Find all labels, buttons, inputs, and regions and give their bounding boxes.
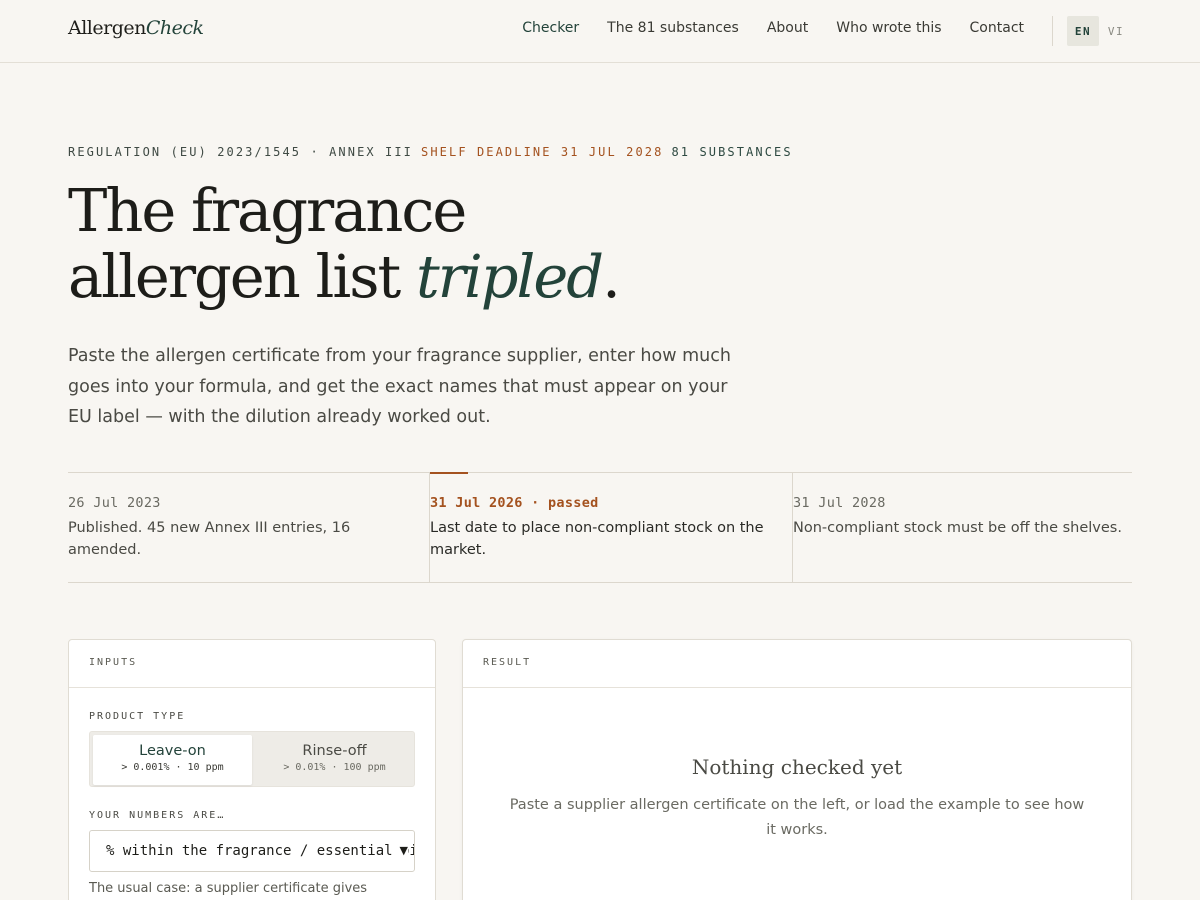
product-type-rinse-off-option[interactable]: Rinse-off > 0.01% · 100 ppm	[255, 735, 414, 785]
brand-logo[interactable]: AllergenCheck	[68, 17, 204, 39]
nav-link-checker[interactable]: Checker	[522, 20, 579, 36]
page-title-line-1: The fragrance	[68, 176, 467, 245]
option-title: Rinse-off	[302, 743, 367, 759]
page-title: The fragrance allergen list tripled.	[68, 176, 621, 311]
product-type-toggle: Leave-on > 0.001% · 10 ppm Rinse-off > 0…	[89, 731, 415, 787]
option-threshold: > 0.01% · 100 ppm	[283, 762, 386, 773]
main-nav: Checker The 81 substances About Who wrot…	[522, 20, 1024, 36]
brand-name: Allergen	[68, 17, 146, 39]
nav-link-about[interactable]: About	[767, 20, 808, 36]
page-title-emphasis: tripled	[415, 242, 604, 311]
timeline-item-market-deadline: 31 Jul 2026 · passed Last date to place …	[429, 472, 792, 583]
page-title-period: .	[602, 242, 621, 311]
option-title: Leave-on	[139, 743, 206, 759]
nav-divider	[1052, 16, 1053, 46]
regulation-reference: REGULATION (EU) 2023/1545 · ANNEX III	[68, 145, 414, 159]
brand-name-accent: Check	[145, 17, 204, 39]
chevron-down-icon: ▼	[397, 844, 408, 857]
top-navigation-bar: AllergenCheck Checker The 81 substances …	[0, 0, 1200, 63]
timeline-date: 31 Jul 2026 · passed	[430, 495, 599, 511]
nav-link-substances[interactable]: The 81 substances	[607, 20, 739, 36]
result-panel: RESULT Nothing checked yet Paste a suppl…	[462, 639, 1132, 900]
numbers-unit-selected-value: % within the fragrance / essential oil	[106, 843, 415, 859]
timeline-current-marker	[430, 472, 468, 474]
nav-link-contact[interactable]: Contact	[970, 20, 1024, 36]
nav-link-who-wrote-this[interactable]: Who wrote this	[836, 20, 941, 36]
inputs-panel: INPUTS PRODUCT TYPE Leave-on > 0.001% · …	[68, 639, 436, 900]
empty-state-title: Nothing checked yet	[691, 755, 903, 779]
hero-description: Paste the allergen certificate from your…	[68, 346, 731, 427]
timeline-item-shelf-deadline: 31 Jul 2028 Non-compliant stock must be …	[792, 473, 1132, 583]
timeline-description: Last date to place non-compliant stock o…	[430, 520, 764, 558]
option-threshold: > 0.001% · 10 ppm	[121, 762, 224, 773]
timeline-date: 26 Jul 2023	[68, 495, 161, 511]
numbers-unit-label: YOUR NUMBERS ARE…	[89, 810, 226, 821]
inputs-panel-heading: INPUTS	[69, 640, 435, 688]
timeline-date: 31 Jul 2028	[793, 495, 886, 511]
substance-count-label: 81 SUBSTANCES	[671, 145, 793, 159]
timeline-description: Non-compliant stock must be off the shel…	[793, 520, 1122, 536]
numbers-unit-select[interactable]: % within the fragrance / essential oil ▼	[89, 830, 415, 872]
product-type-label: PRODUCT TYPE	[89, 711, 186, 722]
product-type-leave-on-option[interactable]: Leave-on > 0.001% · 10 ppm	[93, 735, 252, 785]
shelf-deadline-label: SHELF DEADLINE 31 JUL 2028	[421, 145, 664, 159]
language-option-en[interactable]: EN	[1067, 16, 1099, 46]
result-panel-heading: RESULT	[463, 640, 1131, 688]
numbers-unit-hint: The usual case: a supplier certificate g…	[89, 881, 368, 896]
page-title-line-2: allergen list	[68, 242, 416, 311]
empty-state-description: Paste a supplier allergen certificate on…	[509, 797, 1085, 838]
timeline-item-published: 26 Jul 2023 Published. 45 new Annex III …	[68, 473, 408, 583]
regulation-timeline: 26 Jul 2023 Published. 45 new Annex III …	[68, 472, 1132, 583]
regulation-meta-line: REGULATION (EU) 2023/1545 · ANNEX III SHE…	[68, 145, 793, 159]
language-option-vi[interactable]: VI	[1101, 16, 1131, 46]
timeline-description: Published. 45 new Annex III entries, 16 …	[68, 520, 351, 558]
